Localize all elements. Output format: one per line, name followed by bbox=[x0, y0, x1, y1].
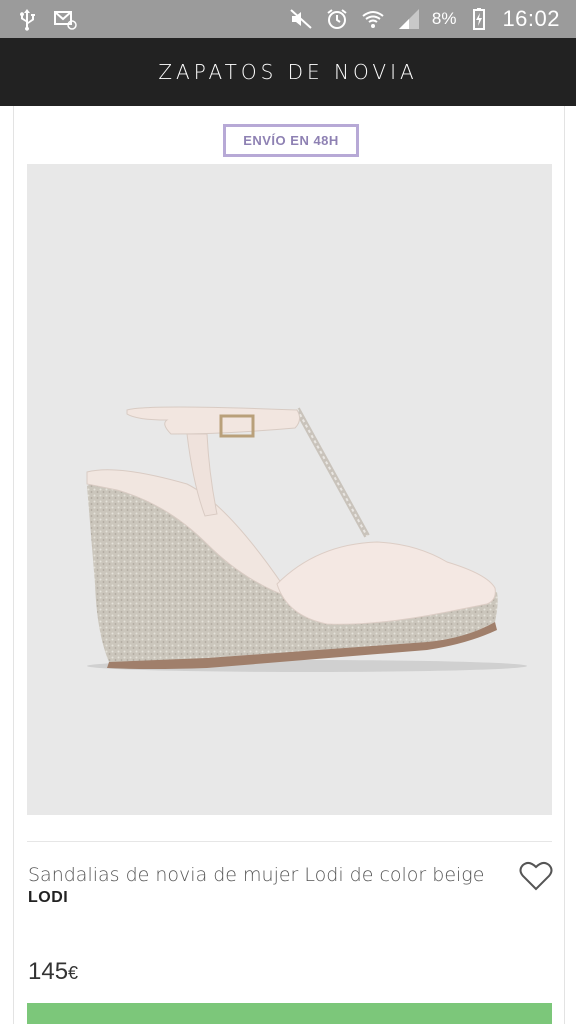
page-title: ZAPATOS DE NOVIA bbox=[158, 60, 418, 84]
product-price: 145€ bbox=[28, 958, 78, 986]
battery-percentage: 8% bbox=[431, 9, 457, 28]
add-to-cart-button[interactable] bbox=[27, 1003, 552, 1024]
product-card[interactable]: ENVÍO EN 48H Sandalias de novia de mujer bbox=[13, 106, 565, 1024]
app-header: ZAPATOS DE NOVIA bbox=[0, 38, 576, 106]
signal-icon bbox=[396, 6, 422, 32]
status-bar: 8% 16:02 bbox=[0, 0, 576, 38]
price-value: 145 bbox=[28, 958, 69, 985]
shipping-badge: ENVÍO EN 48H bbox=[223, 124, 359, 157]
product-name[interactable]: Sandalias de novia de mujer Lodi de colo… bbox=[28, 864, 498, 886]
alarm-icon bbox=[324, 6, 350, 32]
mute-icon bbox=[288, 6, 314, 32]
wifi-icon bbox=[360, 6, 386, 32]
brand-name: LODI bbox=[28, 889, 69, 906]
heart-icon bbox=[519, 861, 553, 891]
price-currency: € bbox=[68, 963, 79, 983]
clock: 16:02 bbox=[502, 6, 560, 31]
wedge-sandal-image bbox=[86, 406, 527, 672]
email-icon bbox=[52, 6, 78, 32]
battery-charging-icon bbox=[466, 6, 492, 32]
usb-icon bbox=[14, 6, 40, 32]
favorite-button[interactable] bbox=[519, 860, 553, 892]
divider bbox=[27, 841, 552, 842]
product-image[interactable] bbox=[27, 164, 552, 815]
